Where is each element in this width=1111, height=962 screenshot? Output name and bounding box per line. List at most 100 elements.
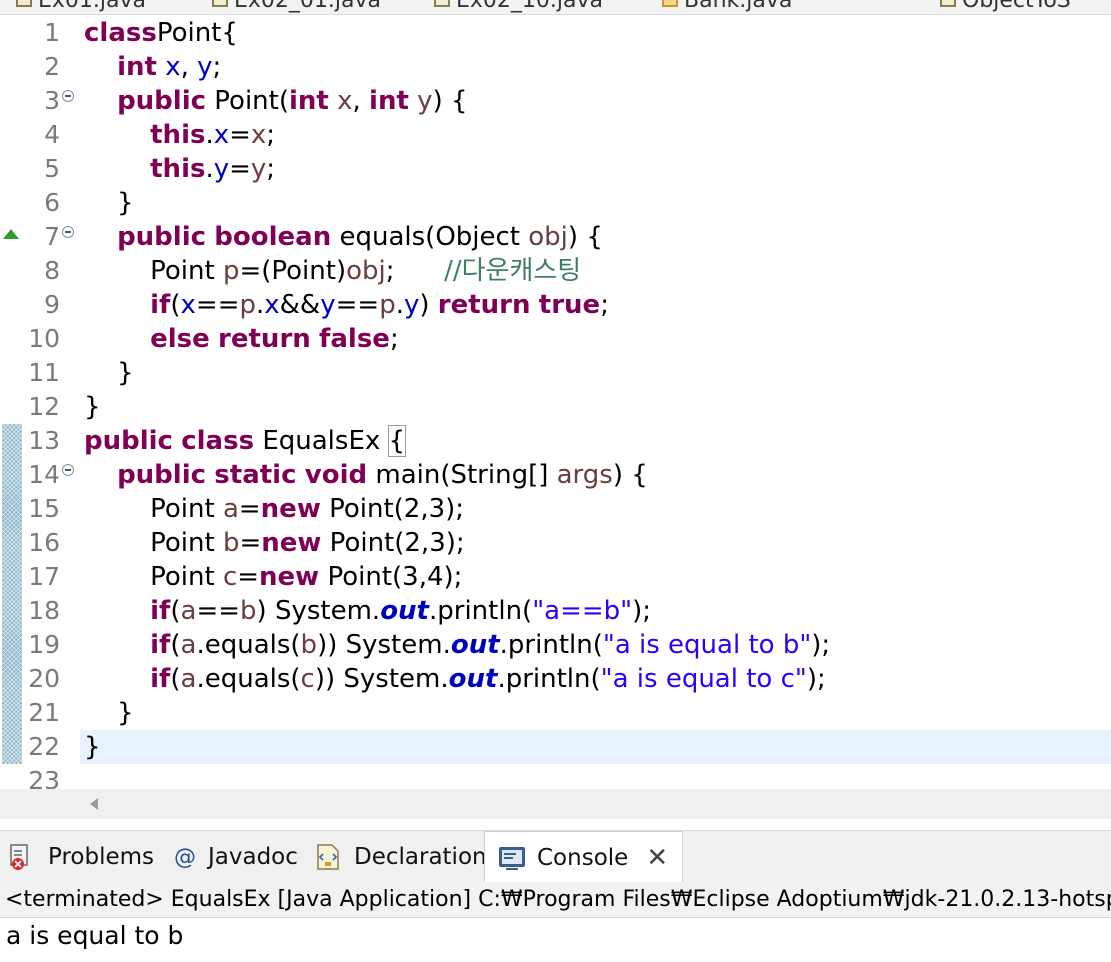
line-number: 12 bbox=[28, 392, 60, 421]
console-view[interactable]: <terminated> EqualsEx [Java Application]… bbox=[0, 882, 1111, 962]
code-token: b bbox=[222, 528, 240, 558]
code-line[interactable]: else return false; bbox=[84, 322, 1111, 356]
line-number: 16 bbox=[28, 528, 60, 557]
code-token: public bbox=[117, 222, 207, 252]
code-line[interactable]: classPoint{ bbox=[84, 16, 1111, 50]
editor-tab-strip: Ex01.java Ex02_01.java Ex02_10.java Bank… bbox=[0, 0, 1111, 15]
code-line[interactable]: } bbox=[80, 730, 1111, 764]
code-token: .println( bbox=[429, 596, 533, 626]
code-token: x bbox=[213, 120, 230, 150]
code-line[interactable]: int x, y; bbox=[84, 50, 1111, 84]
code-token: . bbox=[205, 154, 214, 184]
code-token: . bbox=[205, 120, 214, 150]
code-token: a bbox=[180, 596, 197, 626]
code-token: main(String[] bbox=[367, 460, 557, 490]
tab-label: Problems bbox=[48, 844, 155, 870]
line-number: 15 bbox=[28, 494, 60, 523]
tab-console[interactable]: Console ✕ bbox=[484, 831, 684, 884]
line-number: 17 bbox=[28, 562, 60, 591]
code-line[interactable]: if(x==p.x&&y==p.y) return true; bbox=[84, 288, 1111, 322]
code-token: false bbox=[319, 324, 390, 354]
code-line[interactable]: this.x=x; bbox=[84, 118, 1111, 152]
code-token: ( bbox=[170, 664, 181, 694]
file-tab[interactable]: Ex01.java bbox=[16, 0, 146, 13]
code-token: x bbox=[264, 290, 280, 320]
code-token: int bbox=[369, 86, 409, 116]
line-number: 18 bbox=[28, 596, 60, 625]
code-line[interactable]: if(a.equals(b)) System.out.println("a is… bbox=[84, 628, 1111, 662]
code-line[interactable]: public class EqualsEx { bbox=[84, 424, 1111, 458]
problems-icon bbox=[8, 842, 38, 872]
code-line[interactable]: Point a=new Point(2,3); bbox=[84, 492, 1111, 526]
code-line[interactable]: } bbox=[84, 356, 1111, 390]
code-line[interactable]: public boolean equals(Object obj) { bbox=[84, 220, 1111, 254]
code-line[interactable]: } bbox=[84, 390, 1111, 424]
close-icon[interactable]: ✕ bbox=[646, 843, 668, 873]
horizontal-scrollbar[interactable] bbox=[0, 789, 1111, 819]
code-token: p bbox=[239, 290, 256, 320]
tab-declaration[interactable]: Declaration bbox=[314, 831, 487, 883]
code-token: && bbox=[279, 290, 321, 320]
code-line[interactable]: if(a.equals(c)) System.out.println("a is… bbox=[84, 662, 1111, 696]
code-line[interactable]: Point b=new Point(2,3); bbox=[84, 526, 1111, 560]
code-token: public bbox=[84, 426, 173, 456]
tab-problems[interactable]: Problems bbox=[8, 831, 154, 883]
file-tab[interactable]: Bank.java bbox=[662, 0, 792, 13]
java-file-icon bbox=[16, 0, 32, 7]
java-file-icon bbox=[212, 0, 228, 7]
code-line[interactable]: Point p=(Point)obj; //다운캐스팅 bbox=[84, 254, 1111, 288]
code-line[interactable]: } bbox=[84, 186, 1111, 220]
line-number: 13 bbox=[28, 426, 60, 455]
code-line[interactable]: Point c=new Point(3,4); bbox=[84, 560, 1111, 594]
code-line[interactable]: } bbox=[84, 696, 1111, 730]
code-editor[interactable]: 1 2 3 4 5 6 7 8 9 10 11 12 13 14 15 16 17 18 19 20 21 22 23 cl… bbox=[0, 15, 1111, 789]
code-token: class bbox=[181, 426, 255, 456]
code-line[interactable]: public Point(int x, int y) { bbox=[84, 84, 1111, 118]
code-token: return bbox=[218, 324, 311, 354]
fold-toggle-icon[interactable] bbox=[62, 464, 74, 476]
line-number: 19 bbox=[28, 630, 60, 659]
code-token: int bbox=[289, 86, 329, 116]
code-token: . bbox=[395, 290, 404, 320]
code-token: } bbox=[84, 358, 134, 388]
code-token: y bbox=[197, 52, 213, 82]
code-token: } bbox=[84, 698, 134, 728]
code-token: ) { bbox=[432, 86, 468, 116]
fold-toggle-icon[interactable] bbox=[62, 226, 74, 238]
code-token: , bbox=[180, 52, 198, 82]
code-line[interactable] bbox=[84, 764, 1111, 789]
code-token: y bbox=[417, 86, 433, 116]
javadoc-icon: @ bbox=[172, 842, 198, 872]
scroll-left-icon[interactable] bbox=[90, 798, 98, 810]
code-line[interactable]: public static void main(String[] args) { bbox=[84, 458, 1111, 492]
code-token: x bbox=[250, 120, 267, 150]
console-header: <terminated> EqualsEx [Java Application]… bbox=[0, 882, 1111, 918]
code-token: )) System. bbox=[317, 630, 451, 660]
code-token: == bbox=[195, 290, 240, 320]
tab-javadoc[interactable]: @ Javadoc bbox=[172, 831, 298, 883]
code-line[interactable]: if(a==b) System.out.println("a==b"); bbox=[84, 594, 1111, 628]
code-token: ; bbox=[212, 52, 222, 82]
code-token: Point(2,3); bbox=[321, 528, 465, 558]
code-token: x bbox=[165, 52, 181, 82]
code-token: b bbox=[300, 630, 318, 660]
console-output[interactable]: a is equal to b bbox=[6, 919, 183, 953]
code-token: "a==b" bbox=[532, 596, 633, 626]
line-number: 14 bbox=[28, 460, 60, 489]
file-tab[interactable]: ObjectToS bbox=[940, 0, 1071, 13]
code-token: )) System. bbox=[314, 664, 449, 694]
code-token: Point bbox=[84, 256, 223, 286]
code-line[interactable]: this.y=y; bbox=[84, 152, 1111, 186]
file-tab[interactable]: Ex02_01.java bbox=[212, 0, 381, 13]
fold-toggle-icon[interactable] bbox=[62, 90, 74, 102]
file-tab[interactable]: Ex02_10.java bbox=[434, 0, 603, 13]
line-number: 3 bbox=[44, 86, 60, 115]
code-token: =(Point) bbox=[239, 256, 347, 286]
code-token: public bbox=[117, 460, 207, 490]
code-token: ; bbox=[385, 256, 445, 286]
